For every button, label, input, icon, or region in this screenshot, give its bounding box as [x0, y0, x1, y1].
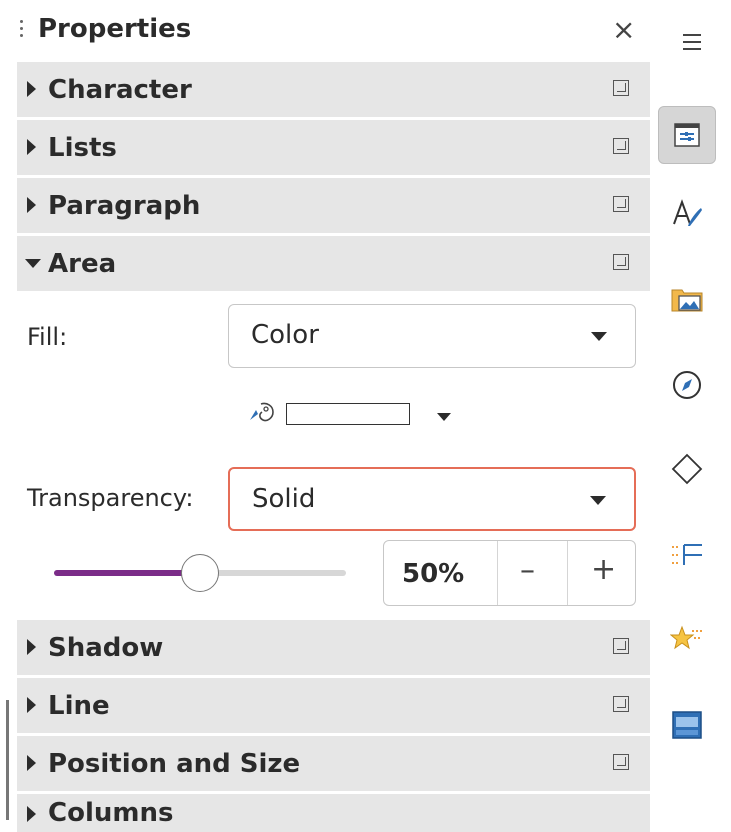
more-options-icon[interactable] [613, 754, 629, 770]
navigator-icon[interactable] [658, 356, 716, 414]
fill-label: Fill: [27, 323, 68, 351]
section-character[interactable]: Character [17, 62, 650, 117]
transparency-label: Transparency: [27, 484, 194, 512]
section-label: Line [48, 691, 110, 721]
slider-handle[interactable] [181, 554, 219, 592]
grip-icon[interactable] [20, 20, 24, 44]
fill-dropdown[interactable]: Color [228, 304, 636, 368]
deck-title: Properties [38, 14, 192, 44]
hamburger-menu-icon[interactable] [683, 34, 701, 55]
transparency-spinbox[interactable]: 50% – + [383, 540, 636, 606]
more-options-icon[interactable] [613, 696, 629, 712]
section-paragraph[interactable]: Paragraph [17, 178, 650, 233]
chevron-down-icon [590, 496, 606, 505]
chevron-down-icon[interactable] [437, 413, 451, 421]
transparency-dropdown[interactable]: Solid [228, 467, 636, 531]
section-columns[interactable]: Columns [17, 794, 650, 832]
expand-arrow-icon [27, 806, 36, 822]
shapes-icon[interactable] [658, 440, 716, 498]
transparency-percent-value[interactable]: 50% [402, 559, 464, 589]
section-line[interactable]: Line [17, 678, 650, 733]
more-options-icon[interactable] [613, 80, 629, 96]
fill-dropdown-value: Color [251, 320, 319, 350]
styles-icon[interactable] [658, 184, 716, 242]
expand-arrow-icon [27, 755, 36, 771]
more-options-icon[interactable] [613, 138, 629, 154]
fill-color-swatch[interactable] [286, 403, 410, 425]
expand-arrow-icon [27, 81, 36, 97]
increment-button[interactable]: + [591, 552, 616, 587]
slide-transition-icon[interactable] [658, 610, 716, 668]
deck-titlebar: Properties × [0, 0, 650, 60]
expand-arrow-icon [27, 139, 36, 155]
more-options-icon[interactable] [613, 254, 629, 270]
section-label: Area [48, 249, 117, 279]
expand-arrow-icon [27, 639, 36, 655]
section-label: Columns [48, 798, 174, 828]
collapse-arrow-icon [25, 259, 41, 268]
resize-handle[interactable] [6, 700, 9, 820]
master-slides-icon[interactable] [658, 696, 716, 754]
slider-fill [54, 570, 200, 576]
divider [497, 541, 498, 605]
section-shadow[interactable]: Shadow [17, 620, 650, 675]
section-label: Shadow [48, 633, 164, 663]
color-picker-icon[interactable] [247, 400, 281, 426]
decrement-button[interactable]: – [520, 553, 535, 588]
properties-deck: Properties × Character Lists Paragraph A… [0, 0, 650, 832]
divider [567, 541, 568, 605]
section-label: Lists [48, 133, 117, 163]
chevron-down-icon [591, 332, 607, 341]
section-label: Paragraph [48, 191, 201, 221]
sidebar-tabbar [650, 0, 731, 832]
properties-icon[interactable] [658, 106, 716, 164]
section-lists[interactable]: Lists [17, 120, 650, 175]
animation-icon[interactable] [658, 526, 716, 584]
transparency-dropdown-value: Solid [252, 484, 316, 514]
more-options-icon[interactable] [613, 196, 629, 212]
section-label: Character [48, 75, 192, 105]
expand-arrow-icon [27, 197, 36, 213]
close-icon[interactable]: × [612, 13, 635, 46]
section-label: Position and Size [48, 749, 301, 779]
expand-arrow-icon [27, 697, 36, 713]
section-area[interactable]: Area [17, 236, 650, 291]
section-position-and-size[interactable]: Position and Size [17, 736, 650, 791]
more-options-icon[interactable] [613, 638, 629, 654]
gallery-icon[interactable] [658, 270, 716, 328]
